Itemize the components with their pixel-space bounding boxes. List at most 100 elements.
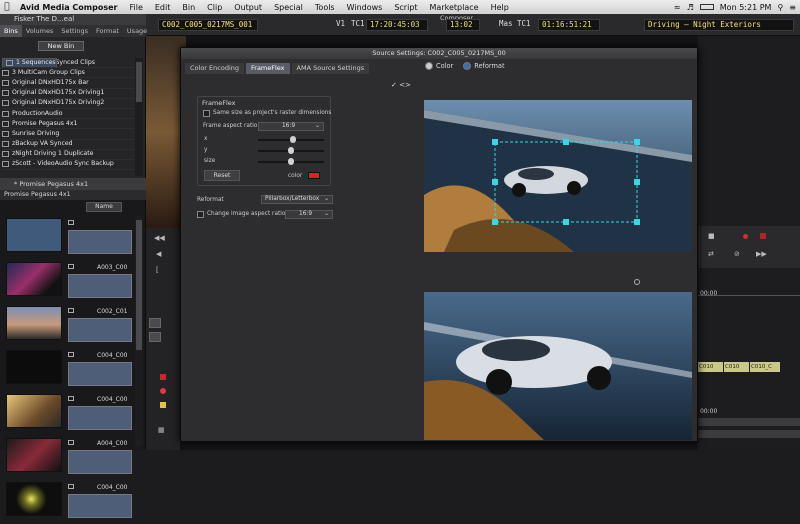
tab-bins[interactable]: Bins [0,25,22,37]
spotlight-search-icon[interactable]: ⚲ [777,3,783,12]
frame-counter[interactable]: 13:02 [446,19,480,31]
scroll-thumb[interactable] [136,220,142,350]
bin-item-5[interactable]: Original DNxHD175x Driving1 [2,89,134,99]
y-slider[interactable] [258,147,324,154]
menu-output[interactable]: Output [228,3,268,12]
change-ratio-checkbox[interactable] [197,211,204,218]
bin-list-scrollbar[interactable] [135,58,143,176]
menu-clip[interactable]: Clip [201,3,228,12]
bin-item-9[interactable]: Sunrise Driving [2,129,134,140]
tab-ama-source-settings[interactable]: AMA Source Settings [291,63,370,74]
trim-icon[interactable]: ▦ [158,426,165,434]
clip-name-box[interactable] [68,274,132,298]
apply-check-icon[interactable]: ✓ <> [391,81,411,89]
menu-help[interactable]: Help [485,3,515,12]
no-icon[interactable]: ⊘ [734,250,740,258]
mas-tc-label[interactable]: TC1 [514,19,534,31]
timeline-clip[interactable]: C010_C [750,362,780,372]
track-button[interactable] [149,318,161,328]
clip-name-box[interactable] [68,450,132,474]
bin-item-12[interactable]: zScott - VideoAudio Sync Backup [2,160,134,171]
menu-tools[interactable]: Tools [309,3,341,12]
clip-row[interactable]: C004_C00 [2,348,136,389]
scroll-thumb[interactable] [136,62,142,102]
bin-item-10[interactable]: zBackup VA Synced [2,140,134,150]
bin-item-4[interactable]: Original DNxHD175x Bar [2,78,134,89]
framing-handle[interactable] [634,179,640,185]
clip-thumbnail[interactable] [6,218,62,252]
clip-name-box[interactable] [68,362,132,386]
menu-windows[interactable]: Windows [341,3,389,12]
menu-edit[interactable]: Edit [149,3,177,12]
wifi-icon[interactable]: ≈ [674,3,681,12]
clip-bin-tab[interactable]: Promise Pegasus 4x1 [0,190,146,200]
change-ratio-select[interactable]: 16:9 ⌄ [285,210,333,219]
record-icon[interactable] [160,388,166,394]
slider-knob[interactable] [290,136,296,143]
list-menu-icon[interactable]: ≡ [789,3,796,12]
same-size-checkbox[interactable] [203,110,210,117]
volume-icon[interactable]: ♬ [687,3,694,12]
clip-name-box[interactable] [68,318,132,342]
clip-name-box[interactable] [68,406,132,430]
clip-row[interactable]: C002_C01 [2,304,136,345]
tab-frameflex[interactable]: FrameFlex [246,63,290,74]
framing-handle[interactable] [492,139,498,145]
bin-item-3[interactable]: 3 MultiCam Group Clips [2,68,134,79]
clip-thumbnail[interactable] [6,482,62,516]
sort-name-button[interactable]: Name [86,202,122,212]
bin-item-8[interactable]: Promise Pegasus 4x1 [2,119,134,130]
menu-clock[interactable]: Mon 5:21 PM [720,3,772,12]
menu-bin[interactable]: Bin [176,3,201,12]
framing-handle[interactable] [563,219,569,225]
bin-item-6[interactable]: Original DNxHD175x Driving2 [2,99,134,109]
framing-handle[interactable] [492,219,498,225]
menu-marketplace[interactable]: Marketplace [424,3,485,12]
master-timecode[interactable]: 01:16:51:21 [538,19,600,31]
tab-settings[interactable]: Settings [57,25,92,37]
clip-row[interactable]: C004_C00 [2,480,136,521]
mark-in-icon[interactable]: [ [156,266,159,274]
clip-row[interactable]: A003_C00 [2,260,136,301]
bin-item-1[interactable]: 1 Sequences [2,58,57,69]
clip-thumbnail[interactable] [6,306,62,340]
fast-forward-icon[interactable]: ▶▶ [756,250,767,258]
red-dot-icon[interactable] [743,234,748,239]
bin-item-11[interactable]: zNight Driving 1 Duplicate [2,150,134,160]
step-back-icon[interactable]: ◀ [156,250,161,258]
tab-color-encoding[interactable]: Color Encoding [185,63,244,74]
size-slider[interactable] [258,158,324,165]
clip-thumbnail[interactable] [6,394,62,428]
source-clip-name[interactable]: C002_C005_0217MS_001 [158,19,258,31]
x-slider[interactable] [258,136,324,143]
clip-row[interactable]: A004_C00 [2,436,136,477]
rewind-icon[interactable]: ◀◀ [154,234,165,242]
framing-handle[interactable] [563,139,569,145]
battery-icon[interactable] [699,4,714,10]
slider-knob[interactable] [288,158,294,165]
menu-special[interactable]: Special [268,3,309,12]
framing-handle[interactable] [634,219,640,225]
timeline-clip[interactable]: C010 [724,362,749,372]
clip-thumbnail[interactable] [6,438,62,472]
mas-label[interactable]: Mas [496,19,516,31]
aspect-ratio-select[interactable]: 16:9 ⌄ [258,122,324,131]
clip-bin-scrollbar[interactable] [135,216,143,446]
frameflex-source-preview[interactable] [424,100,692,252]
stop-icon[interactable] [160,374,166,380]
reformat-select[interactable]: Pillarbox/Letterbox ⌄ [261,195,333,204]
flag-icon[interactable] [160,402,166,408]
radio-reformat[interactable]: Reformat [463,62,505,70]
tab-volumes[interactable]: Volumes [22,25,58,37]
color-swatch[interactable] [308,172,320,179]
clip-name-box[interactable] [68,494,132,518]
menu-file[interactable]: File [123,3,148,12]
tc-v1-label[interactable]: V1 [333,19,349,31]
clip-row[interactable] [2,216,136,257]
sequence-name[interactable]: Driving – Night Exteriors [644,19,794,31]
new-bin-button[interactable]: New Bin [38,41,84,51]
clip-name-box[interactable] [68,230,132,254]
menu-app-name[interactable]: Avid Media Composer [14,3,123,12]
reset-button[interactable]: Reset [204,170,240,181]
track-button[interactable] [149,332,161,342]
